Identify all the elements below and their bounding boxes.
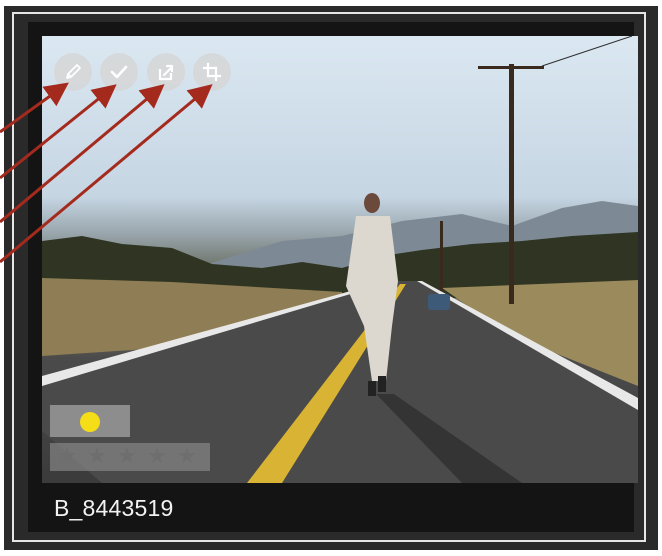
arrow-to-crop (0, 84, 213, 264)
arrow-to-export (0, 84, 165, 224)
annotation-arrows (0, 82, 213, 264)
arrow-to-edit (0, 82, 69, 134)
arrow-to-accept (0, 84, 117, 180)
